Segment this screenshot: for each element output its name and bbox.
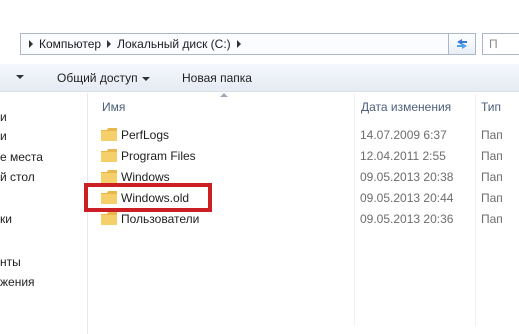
file-date: 09.05.2013 20:38: [360, 170, 454, 184]
column-header-type[interactable]: Тип: [481, 100, 501, 114]
file-row[interactable]: Пользователи 09.05.2013 20:36 Пап: [95, 209, 519, 229]
file-date: 09.05.2013 20:36: [360, 212, 454, 226]
file-row[interactable]: Program Files 12.04.2011 2:55 Пап: [95, 146, 519, 166]
file-date: 14.07.2009 6:37: [360, 128, 447, 142]
file-type: Пап: [481, 149, 503, 163]
breadcrumb-arrow-icon[interactable]: [107, 40, 112, 48]
address-bar[interactable]: Компьютер Локальный диск (C:): [20, 33, 475, 55]
nav-item[interactable]: ки: [0, 212, 12, 226]
breadcrumb-arrow-icon[interactable]: [236, 40, 241, 48]
nav-item[interactable]: й стол: [0, 170, 35, 184]
share-button[interactable]: Общий доступ: [57, 71, 150, 85]
folder-icon: [101, 170, 117, 183]
sort-ascending-icon: [220, 93, 228, 97]
file-row[interactable]: PerfLogs 14.07.2009 6:37 Пап: [95, 125, 519, 145]
folder-icon: [101, 128, 117, 141]
chevron-down-icon[interactable]: [16, 75, 24, 79]
column-header-date[interactable]: Дата изменения: [361, 100, 451, 114]
navigation-pane: и и е места й стол ки нты жения: [0, 93, 88, 334]
file-name: PerfLogs: [121, 128, 170, 142]
nav-item[interactable]: и: [0, 129, 7, 143]
file-type: Пап: [481, 212, 503, 226]
file-type: Пап: [481, 170, 503, 184]
folder-icon: [101, 212, 117, 225]
breadcrumb-computer[interactable]: Компьютер: [39, 37, 101, 51]
command-bar: Общий доступ Новая папка: [0, 64, 519, 92]
nav-item[interactable]: е места: [0, 150, 43, 164]
refresh-icon: [457, 39, 467, 49]
file-name: Program Files: [121, 149, 196, 163]
nav-item[interactable]: нты: [0, 255, 21, 269]
file-date: 12.04.2011 2:55: [360, 149, 446, 163]
file-name: Windows: [121, 170, 170, 184]
breadcrumb-local-disk[interactable]: Локальный диск (C:): [117, 37, 231, 51]
file-name: Пользователи: [121, 212, 200, 226]
breadcrumb-arrow-icon[interactable]: [29, 40, 33, 48]
share-label: Общий доступ: [57, 71, 138, 85]
refresh-button[interactable]: [448, 33, 476, 55]
nav-item[interactable]: и: [0, 110, 7, 124]
chevron-down-icon: [141, 76, 150, 81]
highlight-annotation: [84, 183, 212, 212]
new-folder-button[interactable]: Новая папка: [182, 71, 252, 85]
file-type: Пап: [481, 191, 503, 205]
file-date: 09.05.2013 20:44: [360, 191, 454, 205]
search-input[interactable]: П: [482, 33, 519, 55]
nav-item[interactable]: жения: [0, 275, 35, 289]
file-type: Пап: [481, 128, 503, 142]
column-header-name[interactable]: Имя: [102, 100, 125, 114]
folder-icon: [101, 149, 117, 162]
